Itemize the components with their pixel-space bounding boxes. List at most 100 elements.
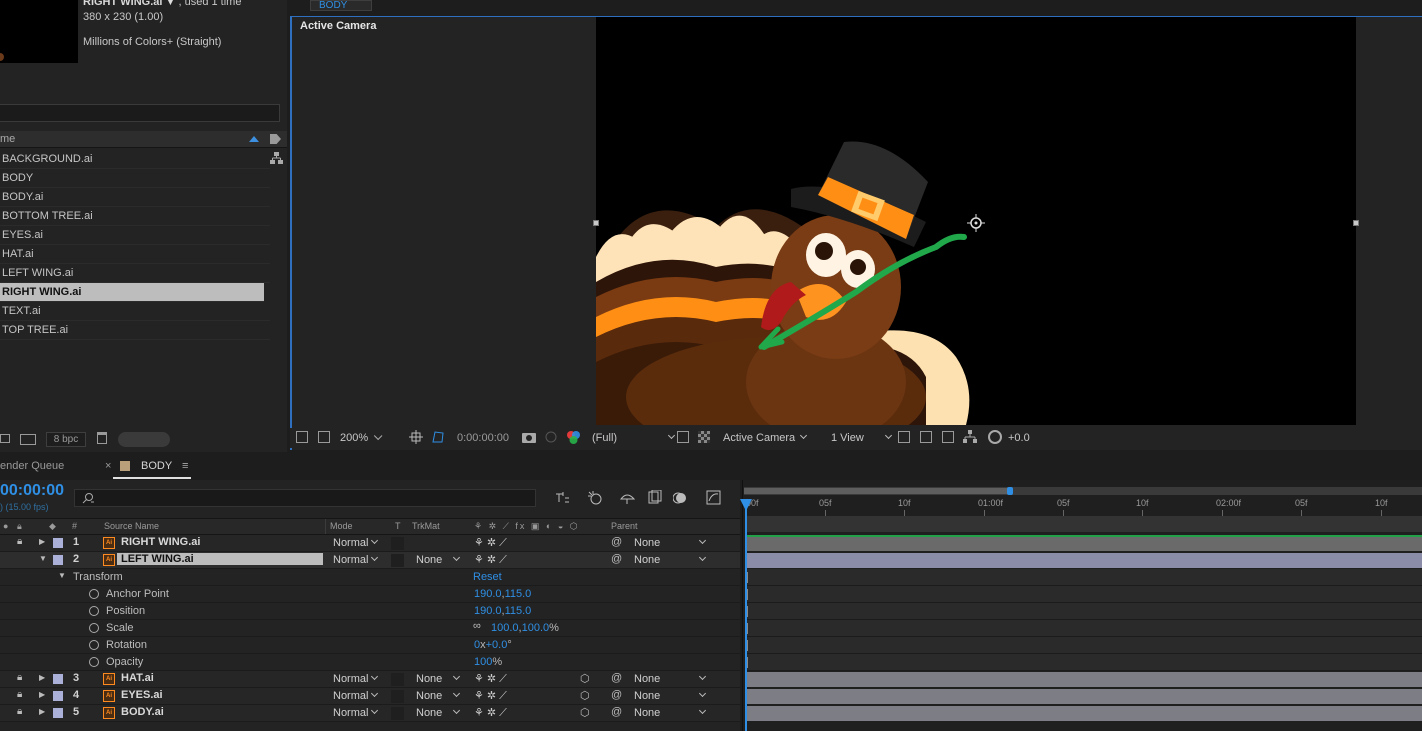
lock-icon[interactable]: 🔒︎ xyxy=(17,672,22,683)
work-area-end-handle[interactable] xyxy=(1007,487,1013,495)
layer-name[interactable]: LEFT WING.ai xyxy=(117,553,323,565)
project-item[interactable]: HAT.ai xyxy=(0,245,270,264)
project-item[interactable]: BACKGROUND.ai xyxy=(0,150,270,169)
expand-triangle-icon[interactable]: ▶ xyxy=(39,537,45,546)
layer-5-duration-bar[interactable] xyxy=(747,706,1422,721)
magnification-dropdown[interactable]: 200% xyxy=(340,430,379,446)
thumbnail-size-slider[interactable] xyxy=(118,432,170,447)
blend-mode-dropdown[interactable]: Normal xyxy=(333,672,379,686)
expand-triangle-icon[interactable]: ▶ xyxy=(39,673,45,682)
expand-triangle-open-icon[interactable]: ▼ xyxy=(39,554,47,563)
exposure-value[interactable]: +0.0 xyxy=(1008,430,1030,446)
grid-guide-icon[interactable] xyxy=(409,430,423,444)
comp-mini-flowchart-icon[interactable] xyxy=(555,490,570,505)
layer-switches[interactable]: ⚘✲⟋ xyxy=(474,536,510,550)
layer-name[interactable]: BODY.ai xyxy=(121,706,164,718)
layer-1-duration-bar[interactable] xyxy=(747,537,1422,551)
3d-layer-icon[interactable]: ⬡ xyxy=(580,689,590,702)
track-matte-dropdown[interactable]: None xyxy=(416,672,461,686)
project-item[interactable]: EYES.ai xyxy=(0,226,270,245)
pick-whip-icon[interactable]: @ xyxy=(611,706,622,718)
label-tag-icon[interactable] xyxy=(270,134,281,144)
stopwatch-icon[interactable] xyxy=(89,589,99,599)
lock-column-icon[interactable]: 🔒︎ xyxy=(17,521,22,532)
project-item[interactable]: RIGHT WING.ai xyxy=(0,283,264,302)
layer-row[interactable]: ▼ 2 Ai LEFT WING.ai Normal None ⚘✲⟋ @ None xyxy=(0,552,740,569)
preserve-transparency-toggle[interactable] xyxy=(391,707,404,720)
blend-mode-dropdown[interactable]: Normal xyxy=(333,553,379,567)
preserve-transparency-toggle[interactable] xyxy=(391,690,404,703)
stopwatch-icon[interactable] xyxy=(89,657,99,667)
layer-row[interactable]: 🔒︎ ▶ 3 Ai HAT.ai Normal None ⚘✲⟋ ⬡ @ None xyxy=(0,671,740,688)
always-preview-icon[interactable] xyxy=(296,431,308,443)
video-switch-icon[interactable]: ● xyxy=(3,521,8,531)
parent-dropdown[interactable]: None xyxy=(634,536,707,550)
sort-ascending-icon[interactable] xyxy=(249,136,259,142)
transform-handle-right[interactable] xyxy=(1353,220,1359,226)
lock-icon[interactable]: 🔒︎ xyxy=(17,689,22,700)
expand-triangle-icon[interactable]: ▼ xyxy=(58,571,66,580)
pick-whip-icon[interactable]: @ xyxy=(611,672,622,684)
pick-whip-icon[interactable]: @ xyxy=(611,553,622,565)
comp-flowchart-icon[interactable] xyxy=(963,430,977,443)
tab-render-queue[interactable]: ender Queue xyxy=(0,460,64,472)
transform-reset-link[interactable]: Reset xyxy=(473,571,502,583)
layer-name[interactable]: HAT.ai xyxy=(121,672,154,684)
scale-value[interactable]: 100.0,100.0% xyxy=(491,622,559,634)
constrain-proportions-icon[interactable]: ∞ xyxy=(473,620,481,632)
3d-layer-icon[interactable]: ⬡ xyxy=(580,706,590,719)
track-matte-dropdown[interactable]: None xyxy=(416,689,461,703)
lock-icon[interactable]: 🔒︎ xyxy=(17,536,22,547)
preserve-transparency-toggle[interactable] xyxy=(391,673,404,686)
3d-layer-icon[interactable]: ⬡ xyxy=(580,672,590,685)
draft-3d-icon[interactable] xyxy=(587,490,602,505)
project-item[interactable]: TOP TREE.ai xyxy=(0,321,270,340)
project-item[interactable]: BODY xyxy=(0,169,270,188)
anchor-point-icon[interactable] xyxy=(967,214,985,232)
project-item[interactable]: BODY.ai xyxy=(0,188,270,207)
current-time-indicator-line[interactable] xyxy=(745,505,747,731)
color-channels-icon[interactable] xyxy=(566,430,580,444)
stopwatch-icon[interactable] xyxy=(89,640,99,650)
snapshot-camera-icon[interactable] xyxy=(522,431,536,443)
pick-whip-icon[interactable]: @ xyxy=(611,689,622,701)
layer-name[interactable]: EYES.ai xyxy=(121,689,163,701)
transparency-grid-icon[interactable] xyxy=(698,431,710,443)
track-matte-dropdown[interactable]: None xyxy=(416,706,461,720)
expand-triangle-icon[interactable]: ▶ xyxy=(39,690,45,699)
label-column-icon[interactable]: ◆ xyxy=(49,521,56,532)
layer-switches[interactable]: ⚘✲⟋ xyxy=(474,672,510,686)
chevron-down-icon[interactable]: ▼ xyxy=(166,0,176,8)
transform-handle-left[interactable] xyxy=(593,220,599,226)
transform-group-row[interactable]: ▼ Transform Reset xyxy=(0,569,740,586)
viewer-timecode[interactable]: 0:00:00:00 xyxy=(457,430,509,446)
label-color-chip[interactable] xyxy=(53,555,63,565)
opacity-value[interactable]: 100% xyxy=(474,656,502,668)
flowchart-icon[interactable] xyxy=(270,152,283,164)
bit-depth-button[interactable]: 8 bpc xyxy=(46,432,86,447)
work-area-range[interactable] xyxy=(744,488,1010,494)
show-snapshot-icon[interactable] xyxy=(544,431,558,443)
label-color-chip[interactable] xyxy=(53,691,63,701)
frame-blending-icon[interactable] xyxy=(647,489,662,505)
current-time-indicator-head[interactable] xyxy=(740,499,752,511)
pick-whip-icon[interactable]: @ xyxy=(611,536,622,548)
tab-body-comp[interactable]: BODY xyxy=(141,460,172,472)
parent-dropdown[interactable]: None xyxy=(634,689,707,703)
comp-viewer-tab[interactable]: BODY xyxy=(310,0,372,11)
parent-dropdown[interactable]: None xyxy=(634,553,707,567)
blend-mode-dropdown[interactable]: Normal xyxy=(333,706,379,720)
label-color-chip[interactable] xyxy=(53,538,63,548)
name-column-label[interactable]: me xyxy=(0,133,15,145)
parent-dropdown[interactable]: None xyxy=(634,672,707,686)
source-name-header[interactable]: Source Name xyxy=(104,521,159,531)
layer-name[interactable]: RIGHT WING.ai xyxy=(121,536,200,548)
rotation-value[interactable]: 0x+0.0° xyxy=(474,639,512,651)
fast-previews-icon[interactable] xyxy=(920,431,932,443)
parent-dropdown[interactable]: None xyxy=(634,706,707,720)
timeline-icon[interactable] xyxy=(942,431,954,443)
label-color-chip[interactable] xyxy=(53,708,63,718)
layer-switches[interactable]: ⚘✲⟋ xyxy=(474,706,510,720)
blend-mode-dropdown[interactable]: Normal xyxy=(333,536,379,550)
label-color-chip[interactable] xyxy=(53,674,63,684)
